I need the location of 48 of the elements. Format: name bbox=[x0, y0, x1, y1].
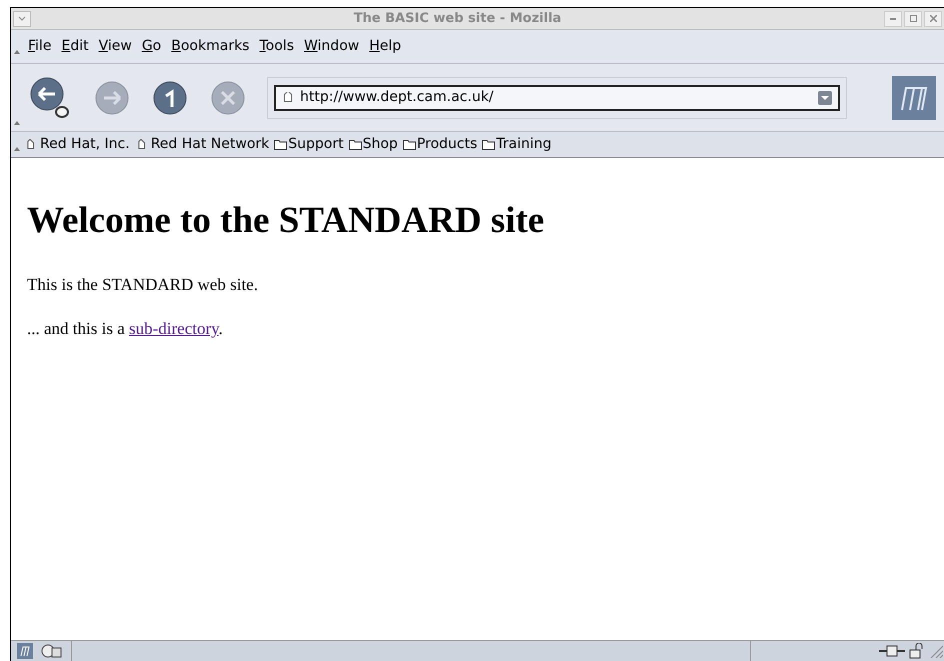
grippy-icon bbox=[14, 121, 20, 125]
chevron-icon bbox=[18, 16, 26, 22]
minimize-button[interactable] bbox=[884, 10, 902, 26]
maximize-button[interactable] bbox=[904, 10, 922, 26]
menu-item[interactable]: View bbox=[98, 36, 132, 57]
page-paragraph: This is the STANDARD web site. bbox=[27, 274, 259, 296]
window-menu-button[interactable] bbox=[13, 10, 31, 26]
connection-icon bbox=[879, 645, 905, 657]
bookmark-link[interactable]: Red Hat, Inc. bbox=[24, 134, 130, 155]
reload-button[interactable] bbox=[153, 80, 187, 114]
url-field[interactable]: http://www.dept.cam.ac.uk/ bbox=[274, 84, 840, 110]
folder-icon bbox=[402, 139, 416, 150]
grippy-icon bbox=[14, 146, 20, 150]
folder-icon bbox=[482, 139, 496, 150]
bookmark-icon bbox=[282, 92, 294, 104]
bookmark-folder[interactable]: Shop bbox=[348, 134, 398, 155]
bookmark-folder[interactable]: Support bbox=[274, 134, 344, 155]
dropdown-icon[interactable] bbox=[818, 90, 832, 104]
folder-icon bbox=[348, 139, 362, 150]
page-paragraph: ... and this is a bbox=[27, 318, 126, 338]
menu-item[interactable]: Window bbox=[304, 36, 360, 57]
bookmark-link[interactable]: Red Hat Network bbox=[134, 134, 270, 155]
bookmark-folder[interactable]: Training bbox=[482, 134, 552, 155]
menu-item[interactable]: Edit bbox=[61, 36, 89, 57]
menu-item[interactable]: Help bbox=[369, 36, 402, 57]
close-button[interactable] bbox=[924, 10, 942, 26]
page-heading: Welcome to the STANDARD site bbox=[27, 199, 546, 243]
mozilla-logo-icon[interactable] bbox=[892, 76, 936, 120]
mozilla-icon[interactable] bbox=[17, 643, 33, 659]
menu-item[interactable]: Go bbox=[142, 36, 162, 57]
forward-button[interactable] bbox=[95, 80, 129, 114]
stop-button[interactable] bbox=[211, 80, 245, 114]
menu-item[interactable]: File bbox=[28, 36, 52, 57]
bookmark-folder[interactable]: Products bbox=[402, 134, 478, 155]
padlock-icon bbox=[909, 643, 925, 659]
menu-item[interactable]: Bookmarks bbox=[171, 36, 250, 57]
sub-directory-link[interactable]: sub-directory bbox=[129, 318, 219, 338]
url-text: http://www.dept.cam.ac.uk/ bbox=[300, 88, 495, 107]
back-button[interactable] bbox=[29, 76, 71, 120]
minimize-icon bbox=[890, 18, 896, 20]
close-icon bbox=[930, 15, 936, 22]
folder-icon bbox=[274, 139, 288, 150]
menu-item[interactable]: Tools bbox=[259, 36, 294, 57]
maximize-icon bbox=[910, 15, 916, 22]
grippy-icon bbox=[14, 50, 20, 54]
period-text: . bbox=[218, 318, 223, 338]
resize-grip-icon[interactable] bbox=[929, 644, 943, 658]
window-title: The BASIC web site - Mozilla bbox=[354, 10, 562, 28]
